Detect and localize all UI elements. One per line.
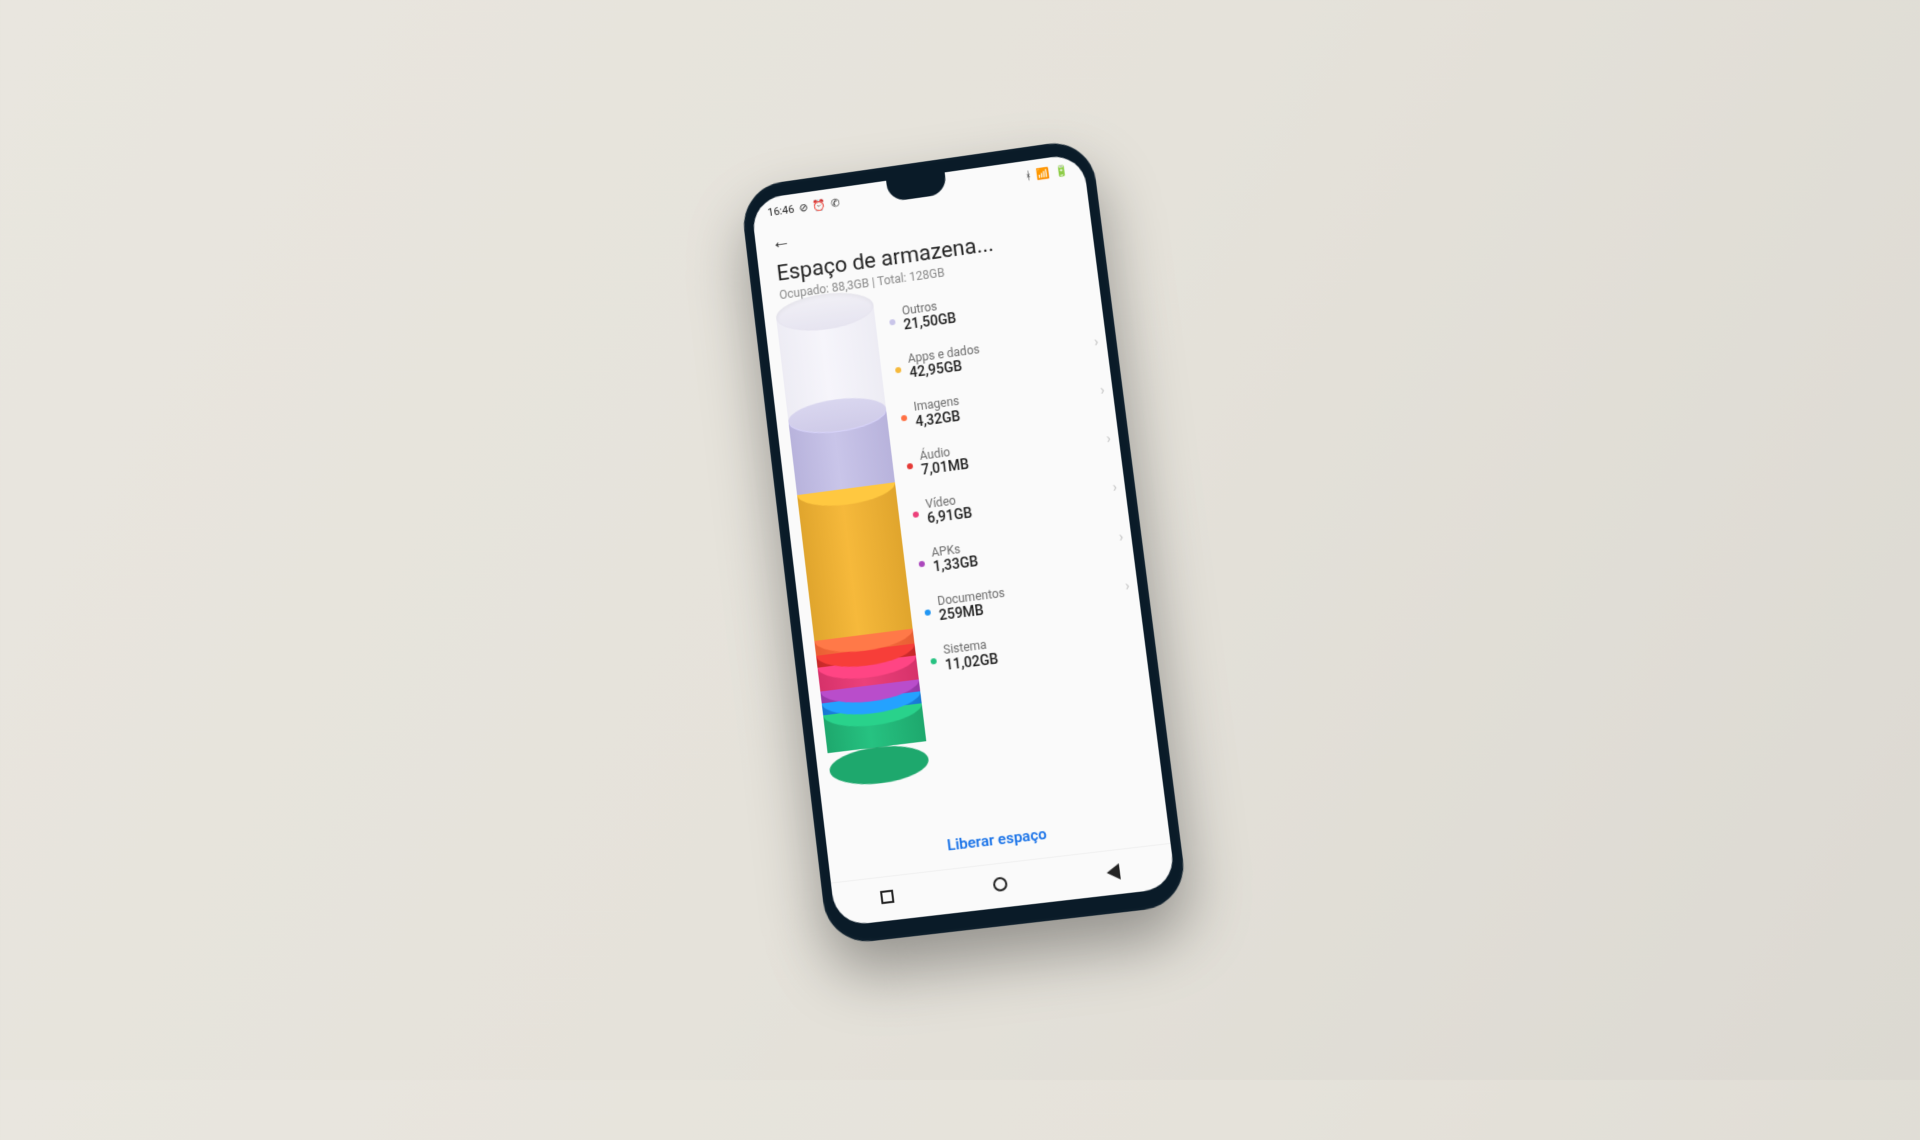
- category-row-video[interactable]: Vídeo6,91GB›: [911, 473, 1119, 528]
- category-dot-icon: [889, 318, 896, 325]
- storage-content: Outros21,50GBApps e dados42,95GB›Imagens…: [764, 268, 1165, 838]
- category-row-documentos[interactable]: Documentos259MB›: [923, 571, 1131, 626]
- chevron-right-icon: ›: [1118, 529, 1124, 545]
- category-dot-icon: [930, 658, 937, 665]
- category-row-apps[interactable]: Apps e dados42,95GB›: [893, 327, 1100, 383]
- alarm-icon: ⏰: [812, 198, 827, 212]
- chevron-right-icon: ›: [1093, 334, 1099, 350]
- category-dot-icon: [901, 415, 908, 422]
- category-dot-icon: [924, 609, 931, 616]
- chevron-right-icon: ›: [1124, 578, 1130, 595]
- phone-frame: 16:46 ⊘ ⏰ ✆ ᚼ 📶 🔋 ← Espaço de armazena..…: [739, 138, 1188, 946]
- category-dot-icon: [918, 560, 925, 567]
- bluetooth-icon: ᚼ: [1024, 169, 1032, 183]
- signal-icon: 📶: [1036, 166, 1051, 181]
- chevron-right-icon: ›: [1099, 382, 1105, 398]
- storage-legend: Outros21,50GBApps e dados42,95GB›Imagens…: [887, 275, 1156, 816]
- status-time: 16:46: [767, 202, 795, 218]
- category-row-apks[interactable]: APKs1,33GB›: [917, 522, 1125, 577]
- category-dot-icon: [895, 367, 902, 374]
- back-button[interactable]: ←: [770, 228, 792, 255]
- dnd-icon: ⊘: [798, 200, 808, 214]
- screen: 16:46 ⊘ ⏰ ✆ ᚼ 📶 🔋 ← Espaço de armazena..…: [750, 153, 1176, 927]
- category-dot-icon: [913, 512, 920, 519]
- back-nav-button[interactable]: [1106, 862, 1126, 882]
- category-dot-icon: [907, 463, 914, 470]
- chevron-right-icon: ›: [1106, 431, 1112, 447]
- home-button[interactable]: [992, 875, 1012, 895]
- cylinder-segment-apps: [797, 482, 913, 641]
- chevron-right-icon: ›: [1112, 480, 1118, 496]
- battery-icon: 🔋: [1054, 163, 1069, 178]
- whatsapp-icon: ✆: [830, 196, 840, 210]
- recent-apps-button[interactable]: [880, 889, 900, 909]
- category-row-imagens[interactable]: Imagens4,32GB›: [899, 376, 1106, 432]
- category-row-audio[interactable]: Áudio7,01MB›: [905, 425, 1112, 481]
- category-row-sistema: Sistema11,02GB: [929, 620, 1138, 675]
